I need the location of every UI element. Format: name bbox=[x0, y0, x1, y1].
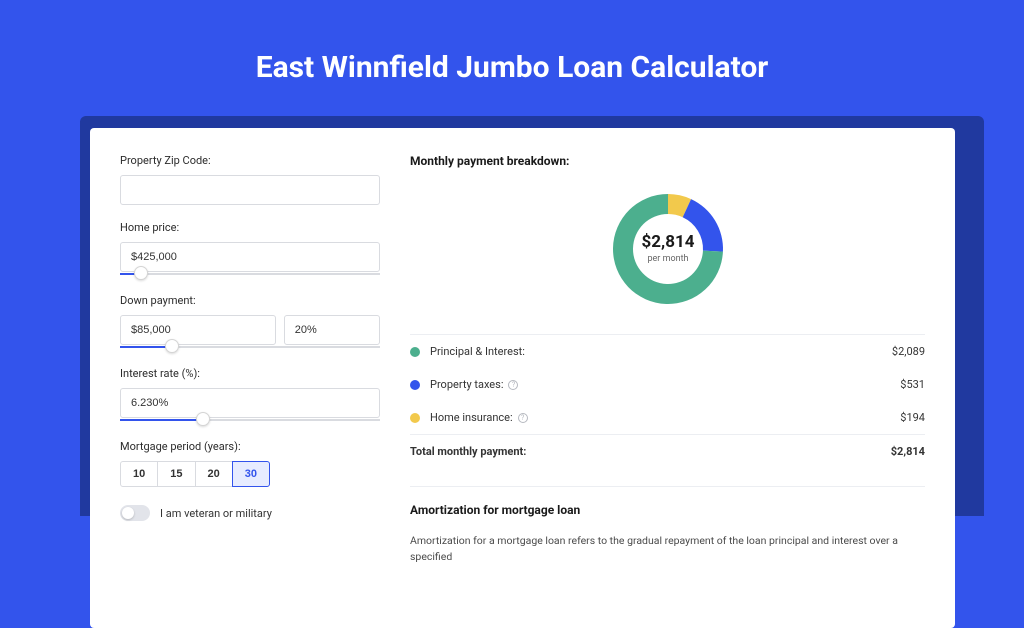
amort-title: Amortization for mortgage loan bbox=[410, 503, 925, 517]
rate-field: Interest rate (%): bbox=[120, 367, 380, 424]
down-slider[interactable] bbox=[120, 343, 380, 351]
calculator-card: Property Zip Code: Home price: Down paym… bbox=[90, 128, 955, 628]
down-field: Down payment: bbox=[120, 294, 380, 351]
breakdown-row: Property taxes: ?$531 bbox=[410, 368, 925, 401]
form-column: Property Zip Code: Home price: Down paym… bbox=[120, 154, 380, 565]
down-label: Down payment: bbox=[120, 294, 380, 307]
zip-field: Property Zip Code: bbox=[120, 154, 380, 205]
legend-dot bbox=[410, 380, 420, 390]
amort-text: Amortization for a mortgage loan refers … bbox=[410, 533, 925, 565]
veteran-label: I am veteran or military bbox=[160, 507, 272, 520]
breakdown-value: $194 bbox=[900, 411, 925, 424]
price-slider[interactable] bbox=[120, 270, 380, 278]
breakdown-label: Property taxes: ? bbox=[430, 378, 900, 391]
breakdown-value: $531 bbox=[900, 378, 925, 391]
breakdown-value: $2,089 bbox=[892, 345, 925, 358]
period-option-30[interactable]: 30 bbox=[232, 461, 270, 487]
toggle-knob bbox=[122, 507, 134, 519]
breakdown-list: Principal & Interest:$2,089Property taxe… bbox=[410, 334, 925, 468]
info-icon[interactable]: ? bbox=[518, 413, 528, 423]
donut-value: $2,814 bbox=[641, 232, 694, 252]
period-label: Mortgage period (years): bbox=[120, 440, 380, 453]
rate-slider[interactable] bbox=[120, 416, 380, 424]
price-field: Home price: bbox=[120, 221, 380, 278]
price-input[interactable] bbox=[120, 242, 380, 272]
results-column: Monthly payment breakdown: $2,814 per mo… bbox=[410, 154, 925, 565]
period-option-15[interactable]: 15 bbox=[157, 461, 195, 487]
legend-dot bbox=[410, 347, 420, 357]
zip-input[interactable] bbox=[120, 175, 380, 205]
divider bbox=[410, 486, 925, 487]
total-label: Total monthly payment: bbox=[410, 445, 891, 458]
page-title: East Winnfield Jumbo Loan Calculator bbox=[0, 0, 1024, 113]
down-pct-input[interactable] bbox=[284, 315, 380, 345]
period-option-10[interactable]: 10 bbox=[120, 461, 158, 487]
total-value: $2,814 bbox=[891, 445, 925, 458]
breakdown-label: Principal & Interest: bbox=[430, 345, 892, 358]
zip-label: Property Zip Code: bbox=[120, 154, 380, 167]
veteran-row: I am veteran or military bbox=[120, 505, 380, 521]
period-option-20[interactable]: 20 bbox=[195, 461, 233, 487]
legend-dot bbox=[410, 413, 420, 423]
period-segment: 10152030 bbox=[120, 461, 380, 487]
breakdown-total-row: Total monthly payment:$2,814 bbox=[410, 434, 925, 468]
rate-label: Interest rate (%): bbox=[120, 367, 380, 380]
veteran-toggle[interactable] bbox=[120, 505, 150, 521]
down-amount-input[interactable] bbox=[120, 315, 276, 345]
price-label: Home price: bbox=[120, 221, 380, 234]
breakdown-title: Monthly payment breakdown: bbox=[410, 154, 925, 168]
breakdown-row: Principal & Interest:$2,089 bbox=[410, 335, 925, 368]
rate-input[interactable] bbox=[120, 388, 380, 418]
breakdown-row: Home insurance: ?$194 bbox=[410, 401, 925, 434]
donut-chart: $2,814 per month bbox=[410, 184, 925, 314]
donut-sub: per month bbox=[647, 254, 688, 264]
breakdown-label: Home insurance: ? bbox=[430, 411, 900, 424]
info-icon[interactable]: ? bbox=[508, 380, 518, 390]
period-field: Mortgage period (years): 10152030 bbox=[120, 440, 380, 487]
